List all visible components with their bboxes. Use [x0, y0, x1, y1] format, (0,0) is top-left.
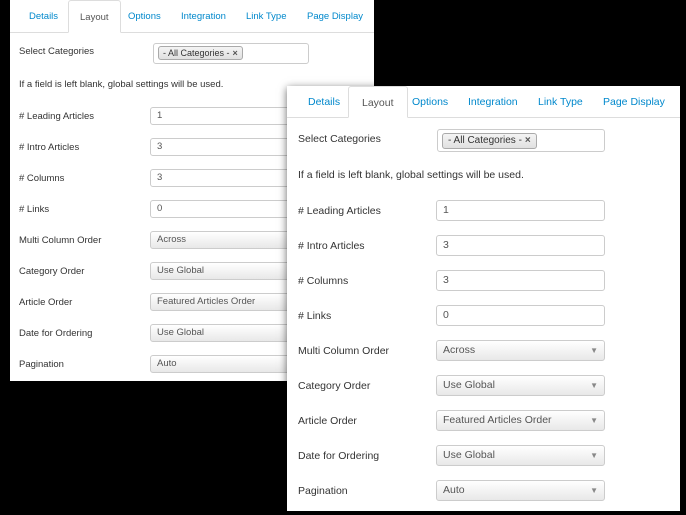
select-categories-label: Select Categories [298, 133, 381, 145]
pagination-select[interactable]: Auto ▼ [436, 480, 605, 501]
category-order-label: Category Order [298, 380, 371, 392]
settings-panel-front: Details Layout Options Integration Link … [287, 86, 680, 511]
links-label: # Links [298, 310, 332, 322]
article-order-select[interactable]: Featured Articles Order ▼ [436, 410, 605, 431]
tab-bar: Details Layout Options Integration Link … [10, 0, 374, 33]
category-chip[interactable]: - All Categories - × [158, 46, 243, 60]
tab-integration[interactable]: Integration [455, 86, 531, 118]
select-categories-field[interactable]: - All Categories - × [437, 129, 605, 152]
multi-column-order-value: Across [443, 344, 476, 356]
multi-column-order-select[interactable]: Across ▼ [436, 340, 605, 361]
date-for-ordering-select[interactable]: Use Global ▼ [436, 445, 605, 466]
tab-page-display[interactable]: Page Display [296, 0, 374, 33]
tab-options[interactable]: Options [399, 86, 461, 118]
date-for-ordering-label: Date for Ordering [298, 450, 380, 462]
tab-details[interactable]: Details [295, 86, 353, 118]
pagination-value: Auto [443, 484, 465, 496]
leading-articles-input[interactable]: 1 [436, 200, 605, 221]
tab-options[interactable]: Options [117, 0, 172, 33]
category-order-select[interactable]: Use Global ▼ [436, 375, 605, 396]
article-order-value: Featured Articles Order [157, 296, 256, 307]
global-settings-note: If a field is left blank, global setting… [298, 169, 524, 181]
multi-column-order-label: Multi Column Order [298, 345, 390, 357]
tab-layout[interactable]: Layout [68, 0, 121, 33]
category-order-value: Use Global [443, 379, 495, 391]
article-order-value: Featured Articles Order [443, 414, 552, 426]
article-order-label: Article Order [19, 297, 73, 308]
multi-column-order-label: Multi Column Order [19, 235, 102, 246]
select-categories-field[interactable]: - All Categories - × [153, 43, 309, 64]
select-categories-label: Select Categories [19, 46, 94, 57]
category-chip-label: - All Categories - [163, 48, 230, 58]
links-input[interactable]: 0 [436, 305, 605, 326]
tab-bar: Details Layout Options Integration Link … [287, 86, 680, 118]
close-x-icon[interactable]: × [525, 135, 531, 146]
pagination-value: Auto [157, 358, 177, 369]
close-x-icon[interactable]: × [233, 48, 238, 58]
chevron-down-icon: ▼ [590, 451, 598, 460]
category-order-value: Use Global [157, 265, 204, 276]
global-settings-note: If a field is left blank, global setting… [19, 79, 224, 90]
intro-articles-label: # Intro Articles [19, 142, 80, 153]
chevron-down-icon: ▼ [590, 486, 598, 495]
category-chip[interactable]: - All Categories - × [442, 133, 537, 149]
date-for-ordering-value: Use Global [443, 449, 495, 461]
chevron-down-icon: ▼ [590, 346, 598, 355]
intro-articles-label: # Intro Articles [298, 240, 365, 252]
tab-page-display[interactable]: Page Display [590, 86, 678, 118]
intro-articles-input[interactable]: 3 [436, 235, 605, 256]
leading-articles-label: # Leading Articles [298, 205, 381, 217]
tab-details[interactable]: Details [18, 0, 69, 33]
chevron-down-icon: ▼ [590, 416, 598, 425]
date-for-ordering-value: Use Global [157, 327, 204, 338]
date-for-ordering-label: Date for Ordering [19, 328, 93, 339]
category-chip-label: - All Categories - [448, 135, 522, 146]
links-label: # Links [19, 204, 50, 215]
pagination-label: Pagination [19, 359, 64, 370]
pagination-label: Pagination [298, 485, 348, 497]
columns-label: # Columns [19, 173, 65, 184]
leading-articles-label: # Leading Articles [19, 111, 94, 122]
tab-link-type[interactable]: Link Type [235, 0, 298, 33]
columns-label: # Columns [298, 275, 349, 287]
tab-link-type[interactable]: Link Type [525, 86, 596, 118]
tab-integration[interactable]: Integration [170, 0, 237, 33]
columns-input[interactable]: 3 [436, 270, 605, 291]
chevron-down-icon: ▼ [590, 381, 598, 390]
article-order-label: Article Order [298, 415, 357, 427]
category-order-label: Category Order [19, 266, 85, 277]
multi-column-order-value: Across [157, 234, 187, 245]
